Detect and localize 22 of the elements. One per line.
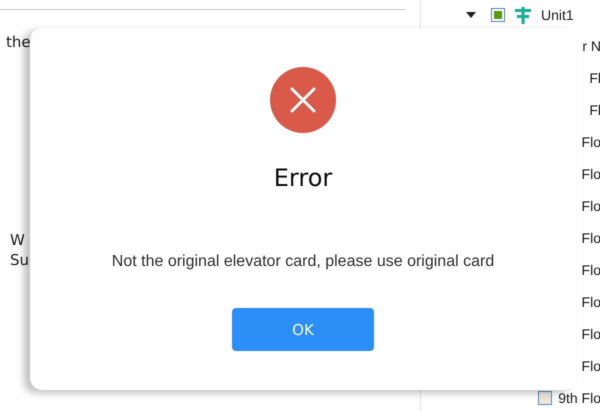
panel-text: Su xyxy=(10,250,30,270)
tree-item[interactable]: Flo xyxy=(582,262,600,278)
tree-item[interactable]: Flo xyxy=(582,166,600,182)
checkbox[interactable] xyxy=(491,8,505,22)
error-icon xyxy=(270,67,336,133)
tree-item[interactable]: r N xyxy=(582,38,600,54)
tree-item[interactable]: Flo xyxy=(582,134,600,150)
tree-item[interactable]: Unit1 xyxy=(541,7,574,23)
tree-item[interactable]: Flo xyxy=(582,326,600,342)
tree-item[interactable]: 9th Flo xyxy=(558,390,600,406)
caret-icon[interactable] xyxy=(466,12,476,18)
tree-item[interactable]: Flo xyxy=(582,294,600,310)
panel-text: the xyxy=(6,32,32,52)
tree-item[interactable]: Fl xyxy=(589,70,600,86)
panel-text: W xyxy=(10,230,25,250)
tree-item[interactable]: Fl xyxy=(589,102,600,118)
dialog-message: Not the original elevator card, please use original card xyxy=(112,253,494,271)
tree-item[interactable]: Flo xyxy=(582,358,600,374)
dialog-title: Error xyxy=(274,164,332,192)
checkbox[interactable] xyxy=(538,391,552,405)
tree-item[interactable]: Flo xyxy=(582,198,600,214)
tree-item[interactable]: Flo xyxy=(582,230,600,246)
